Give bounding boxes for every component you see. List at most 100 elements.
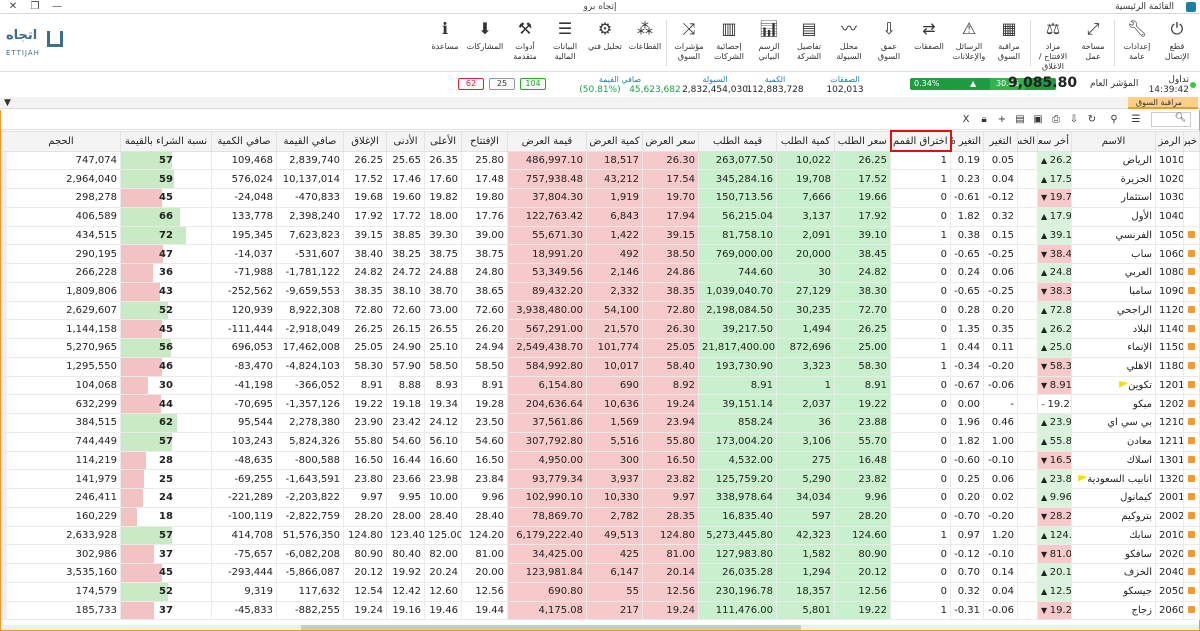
table-row[interactable]: 1202مبكو– 19.22-0.00019.222,03739,151.14… (1, 394, 1200, 414)
restore-window-icon[interactable]: ❐ (24, 0, 46, 14)
rss-news-icon[interactable] (1188, 362, 1195, 370)
table-row[interactable]: 1010الرياض▲ 26.250.050.19126.2510,022263… (1, 150, 1200, 171)
col-bid-value[interactable]: قيمة الطلب (698, 130, 777, 152)
rss-news-icon[interactable] (1188, 493, 1195, 501)
rss-news-icon[interactable] (1188, 418, 1195, 426)
table-row[interactable]: 2020سافكو▼ 81.00-0.10-0.12080.901,582127… (1, 544, 1200, 564)
col-symbol[interactable]: الرمز (1155, 130, 1184, 152)
ribbon-button-company[interactable]: ▤ تفاصيل الشركة (790, 16, 828, 70)
rss-news-icon[interactable] (1188, 324, 1195, 332)
rss-news-icon[interactable] (1188, 399, 1195, 407)
col-change-pct[interactable]: التغير % (950, 130, 984, 152)
col-loss[interactable]: الخسارة (1017, 130, 1038, 152)
table-row[interactable]: 2050جيسكو▲ 12.580.040.32012.5618,357230,… (1, 581, 1200, 602)
table-row[interactable]: 2002بتروكيم▼ 28.20-0.20-0.70028.2059716,… (1, 506, 1200, 527)
table-row[interactable]: 1211معادن▲ 55.801.001.82055.703,106173,0… (1, 431, 1200, 452)
ribbon-button-grid[interactable]: ▦ مراقبة السوق (990, 16, 1028, 70)
tab-market-watch[interactable]: مراقبة السوق (1128, 97, 1198, 109)
table-row[interactable]: 1150الإنماء▲ 25.050.110.44125.00872,6962… (1, 338, 1200, 358)
table-row[interactable]: 2001 كيمانول ▲ 9.96 0.02 0.20 0 9.96 34,034 338,… (1, 488, 1200, 508)
save-icon[interactable]: ▣ (1031, 113, 1045, 126)
table-row[interactable]: 1320انابيب السعودية▲ 23.800.060.25023.82… (1, 469, 1200, 489)
minimize-window-icon[interactable]: — (46, 0, 68, 14)
rss-news-icon[interactable] (1188, 549, 1195, 557)
col-low[interactable]: الأدنى (386, 130, 425, 152)
table-row[interactable]: 1050الفرنسي▲ 39.150.150.38139.102,09181,… (1, 225, 1200, 246)
ribbon-button-alert[interactable]: ⚠ الرسائل والإعلانات (950, 16, 988, 70)
col-news[interactable]: خبر (1183, 130, 1200, 152)
table-row[interactable]: 2040الخزف▲ 20.120.140.70020.121,29426,03… (1, 563, 1200, 583)
ribbon-button-liquidity[interactable]: 〰 محلل السيولة (830, 16, 868, 70)
rss-news-icon[interactable] (1188, 530, 1195, 538)
filter-menu-icon[interactable]: ⚲ (1107, 113, 1121, 126)
ribbon-button-wrench[interactable]: 🔧︎ إعدادات عامة (1118, 16, 1156, 70)
table-row[interactable]: 1180الاهلي▼ 58.30-0.20-0.34158.303,32319… (1, 356, 1200, 377)
rss-news-icon[interactable] (1188, 305, 1195, 313)
ribbon-button-stats[interactable]: ▥ إحصائية الشركات (710, 16, 748, 70)
layout-icon[interactable]: ▤ (1013, 113, 1027, 126)
dropdown-arrow-icon[interactable]: ▼ (4, 97, 11, 109)
col-volume[interactable]: الحجم (1, 130, 121, 152)
refresh-icon[interactable]: ↻ (1085, 113, 1099, 126)
rss-news-icon[interactable] (1188, 287, 1195, 295)
ribbon-button-auction[interactable]: ⚖ مزاد الافتتاح / الاغلاق (1034, 16, 1072, 71)
rss-news-icon[interactable] (1188, 268, 1195, 276)
rss-news-icon[interactable] (1188, 380, 1195, 388)
ribbon-button-analysis[interactable]: ⚙ تحليل فني (586, 16, 624, 70)
rss-news-icon[interactable] (1188, 568, 1195, 576)
settings-menu-icon[interactable]: ☰ (1129, 113, 1143, 126)
col-change[interactable]: التغير (983, 130, 1018, 152)
rss-news-icon[interactable] (1188, 230, 1195, 238)
rss-news-icon[interactable] (1188, 249, 1195, 257)
col-peak-breakout[interactable]: اختراق القمم (889, 130, 952, 152)
table-row[interactable]: 1030استثمار▼ 19.70-0.12-0.61019.667,6661… (1, 188, 1200, 208)
table-row[interactable]: 2060زجاج▼ 19.24-0.06-0.31119.225,801111,… (1, 600, 1200, 621)
rss-news-icon[interactable] (1188, 455, 1195, 463)
main-menu-button[interactable]: القائمة الرئيسية (1115, 0, 1174, 14)
col-net-value[interactable]: صافي القيمة (276, 130, 344, 152)
rss-news-icon[interactable] (1188, 605, 1195, 613)
table-row[interactable]: 1080العربي▲ 24.820.060.24024.8230744.602… (1, 263, 1200, 283)
ribbon-button-tools[interactable]: ⚒ أدوات متقدمة (506, 16, 544, 70)
add-column-icon[interactable]: + (995, 113, 1009, 126)
col-ask-value[interactable]: قيمة العرض (507, 130, 587, 152)
ribbon-button-subscriptions[interactable]: ⬇ المشاركات (466, 16, 504, 70)
table-row[interactable]: 1090سامبا▼ 38.35-0.25-0.65038.3027,1291,… (1, 281, 1200, 302)
search-input[interactable]: 🔍︎ (1151, 112, 1191, 127)
table-row[interactable]: 1020الجزيرة▲ 17.540.040.23117.5219,70834… (1, 169, 1200, 189)
col-bid-qty[interactable]: كمية الطلب (776, 130, 835, 152)
col-close[interactable]: الإغلاق (343, 130, 387, 152)
print-icon[interactable]: ⎙ (1049, 113, 1063, 126)
ribbon-button-power[interactable]: ⏻ قطع الإتصال (1158, 16, 1196, 70)
table-row[interactable]: 1140البلاد▲ 26.250.351.35026.251,49439,2… (1, 319, 1200, 339)
table-row[interactable]: 1120الراجحي▲ 72.800.200.28072.7030,2352,… (1, 300, 1200, 321)
ribbon-button-chart[interactable]: 📊︎ الرسم البياني (750, 16, 788, 70)
ribbon-button-expand[interactable]: ⤢ مساحة عمل (1074, 16, 1112, 70)
ribbon-button-sectors[interactable]: ⁂ القطاعات (626, 16, 664, 70)
col-net-qty[interactable]: صافي الكمية (211, 130, 277, 152)
col-buy-ratio[interactable]: نسبة الشراء بالقيمة (120, 130, 212, 152)
table-row[interactable]: 1301اسلاك▼ 16.50-0.10-0.60016.482754,532… (1, 450, 1200, 471)
rss-news-icon[interactable] (1188, 587, 1195, 595)
ribbon-button-financial[interactable]: ☰ البيانات المالية (546, 16, 584, 70)
ribbon-button-shuffle[interactable]: ⤨ مؤشرات السوق (670, 16, 708, 70)
ribbon-button-help[interactable]: ℹ مساعدة (426, 16, 464, 70)
table-row[interactable]: 1210بي سي اي▲ 23.900.461.96023.8836858.2… (1, 413, 1200, 433)
rss-news-icon[interactable] (1188, 474, 1195, 482)
export-icon[interactable]: ⇩ (1067, 113, 1081, 126)
ribbon-button-depth[interactable]: ⇩ عمق السوق (870, 16, 908, 70)
col-name[interactable]: الاسم (1071, 130, 1156, 152)
table-row[interactable]: 1201 تكوين ▼ 8.91 -0.06 -0.67 0 8.91 1 8.91 8.92 6… (1, 375, 1200, 396)
excel-icon[interactable]: X (959, 113, 973, 126)
lock-icon[interactable]: 🔒︎ (977, 113, 991, 126)
table-row[interactable]: 1040الأول▲ 17.920.321.82017.923,13756,21… (1, 206, 1200, 227)
rss-news-icon[interactable] (1188, 343, 1195, 351)
col-bid-price[interactable]: سعر الطلب (834, 130, 891, 152)
close-window-icon[interactable]: ✕ (2, 0, 24, 14)
col-ask-price[interactable]: سعر العرض (642, 130, 699, 152)
table-row[interactable]: 2010سابك▲ 124.801.200.971124.6042,3235,2… (1, 525, 1200, 546)
ribbon-button-deals[interactable]: ⇄ الصفقات (910, 16, 948, 70)
col-ask-qty[interactable]: كمية العرض (586, 130, 643, 152)
rss-news-icon[interactable] (1188, 512, 1195, 520)
col-open[interactable]: الإفتتاح (461, 130, 508, 152)
